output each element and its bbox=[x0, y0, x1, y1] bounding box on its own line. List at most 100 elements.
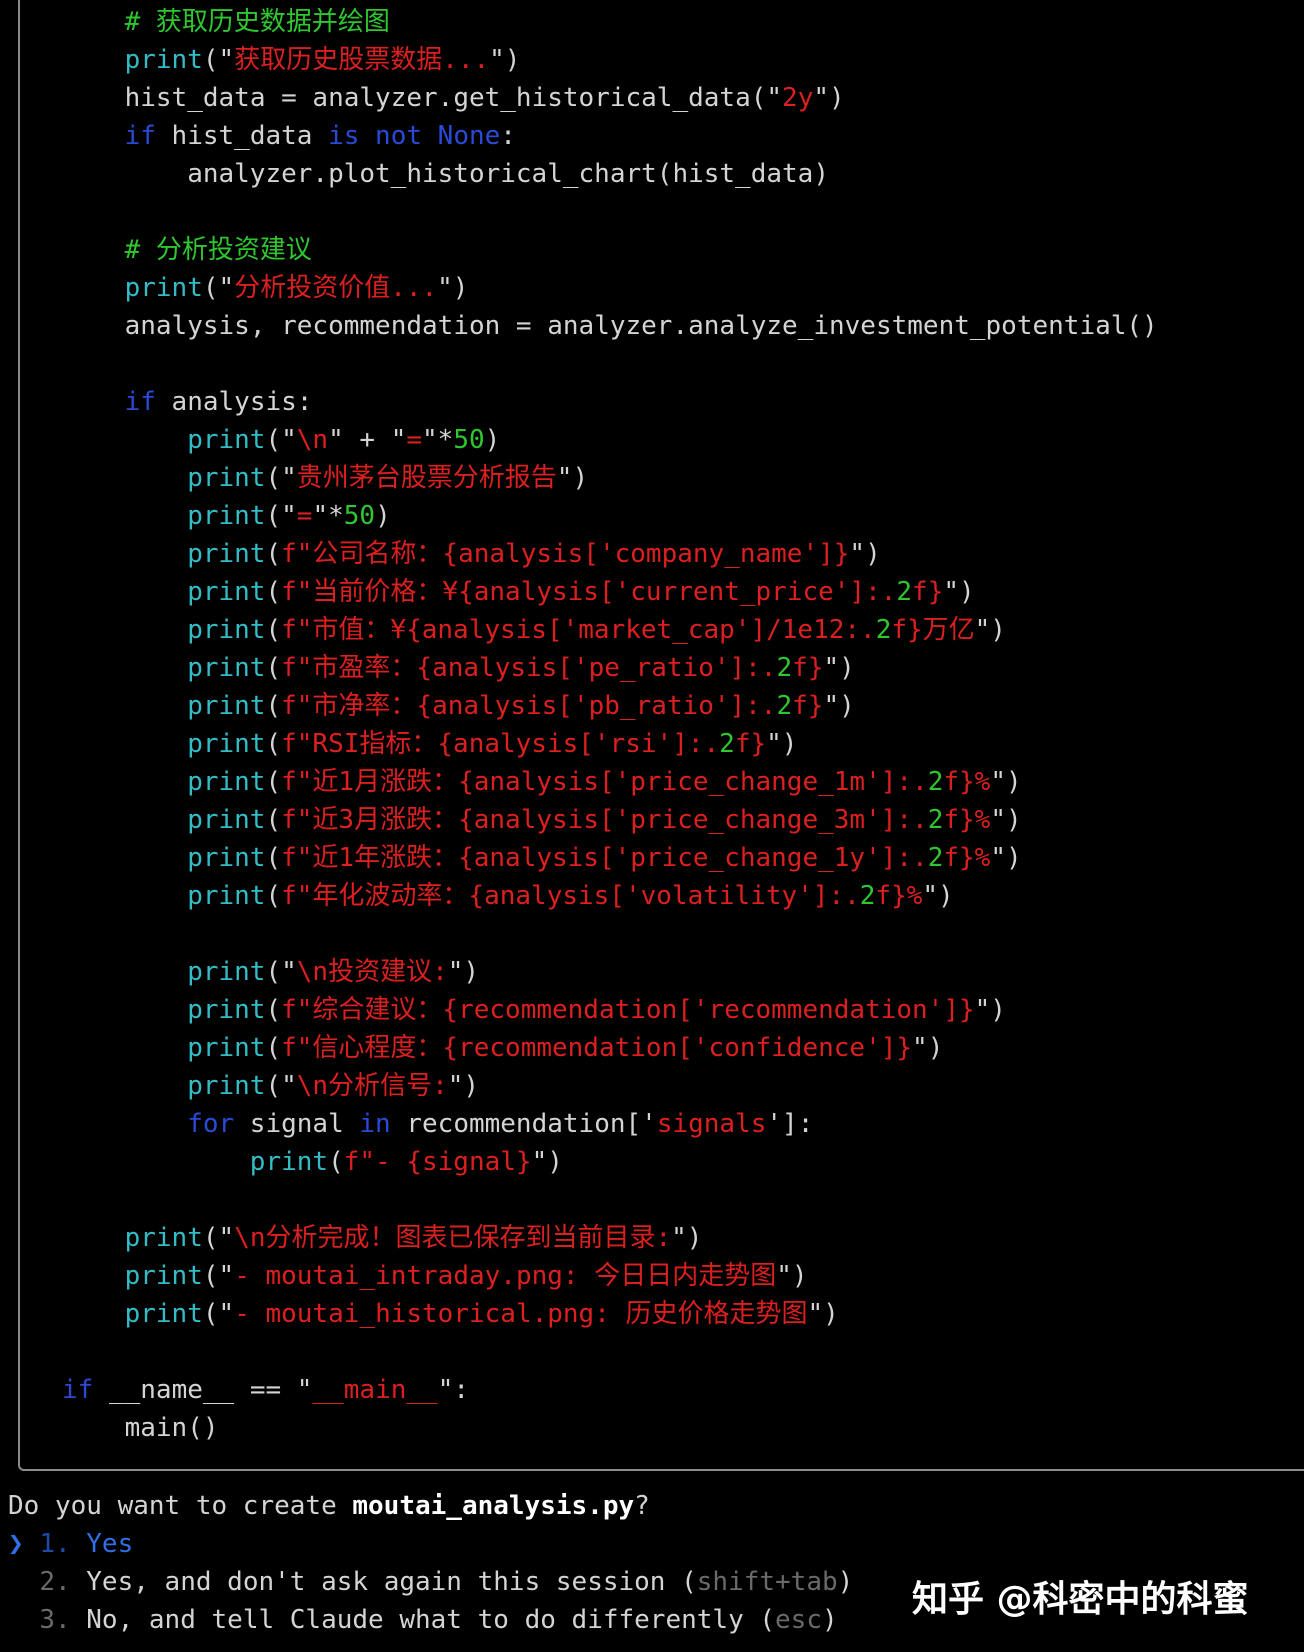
code-line: print("\n" + "="*50) bbox=[62, 421, 1158, 459]
code-token: "* bbox=[312, 501, 344, 531]
code-token: (" bbox=[202, 45, 235, 75]
option-yes-dont-ask[interactable]: 2. Yes, and don't ask again this session… bbox=[8, 1563, 853, 1601]
code-line: print(f"近1月涨跌：{analysis['price_change_1m… bbox=[62, 763, 1158, 801]
code-token: f}% bbox=[943, 843, 991, 873]
code-token: ") bbox=[990, 767, 1022, 797]
code-token: = bbox=[406, 425, 423, 455]
code-token: 50 bbox=[453, 425, 485, 455]
code-token: print bbox=[187, 425, 266, 455]
code-token: 50 bbox=[343, 501, 376, 531]
code-token: " + " bbox=[328, 425, 407, 455]
code-line: print(f"市盈率：{analysis['pe_ratio']:.2f}") bbox=[62, 649, 1158, 687]
code-token: if bbox=[62, 1375, 94, 1405]
code-token: ( bbox=[265, 881, 282, 911]
permission-prompt: Do you want to create moutai_analysis.py… bbox=[8, 1487, 853, 1639]
code-token: 2 bbox=[927, 767, 944, 797]
code-token: f"市盈率：{analysis['pe_ratio']:. bbox=[281, 653, 777, 683]
code-token: ") bbox=[990, 843, 1022, 873]
code-line: print("\n投资建议:") bbox=[62, 953, 1158, 991]
code-token: 2 bbox=[776, 691, 793, 721]
code-token: : bbox=[500, 121, 516, 151]
code-token: ") bbox=[912, 1033, 944, 1063]
code-token: # 获取历史数据并绘图 bbox=[124, 7, 390, 37]
question-mark: ? bbox=[634, 1491, 650, 1521]
code-token: signal bbox=[234, 1109, 360, 1139]
code-line: print(f"当前价格：¥{analysis['current_price']… bbox=[62, 573, 1158, 611]
code-token: analysis, recommendation = analyzer.anal… bbox=[124, 311, 1158, 341]
code-token: print bbox=[124, 45, 203, 75]
code-token: print bbox=[187, 729, 266, 759]
filename: moutai_analysis.py bbox=[352, 1491, 635, 1521]
code-token: analyzer.plot_historical_chart(hist_data… bbox=[187, 159, 829, 189]
code-token: ']: bbox=[766, 1109, 814, 1139]
option-number: 3. bbox=[39, 1605, 71, 1635]
code-line: # 获取历史数据并绘图 bbox=[62, 3, 1158, 41]
code-token: ( bbox=[265, 767, 282, 797]
code-token: print bbox=[187, 615, 266, 645]
code-token: ") bbox=[807, 1299, 839, 1329]
code-token: f} bbox=[792, 653, 824, 683]
code-line: print(f"近3月涨跌：{analysis['price_change_3m… bbox=[62, 801, 1158, 839]
code-line: print(f"近1年涨跌：{analysis['price_change_1y… bbox=[62, 839, 1158, 877]
option-no[interactable]: 3. No, and tell Claude what to do differ… bbox=[8, 1601, 853, 1639]
code-token: f"综合建议：{recommendation['recommendation']… bbox=[281, 995, 975, 1025]
file-preview-box: # 获取历史数据并绘图 print("获取历史股票数据...") hist_data… bbox=[18, 0, 1304, 1471]
code-token: # 分析投资建议 bbox=[124, 235, 312, 265]
code-token: print bbox=[187, 501, 266, 531]
code-token: ) bbox=[375, 501, 391, 531]
code-line: main() bbox=[62, 1409, 1158, 1447]
code-line: print("="*50) bbox=[62, 497, 1158, 535]
code-token: ( bbox=[265, 805, 282, 835]
code-token: ( bbox=[265, 843, 282, 873]
code-token: (" bbox=[265, 501, 297, 531]
code-token: (" bbox=[265, 1071, 297, 1101]
code-line: analyzer.plot_historical_chart(hist_data… bbox=[62, 155, 1158, 193]
code-line: print("获取历史股票数据...") bbox=[62, 41, 1158, 79]
prompt-question: Do you want to create moutai_analysis.py… bbox=[8, 1487, 853, 1525]
code-line: # 分析投资建议 bbox=[62, 231, 1158, 269]
code-token: print bbox=[249, 1147, 329, 1177]
code-token: ") bbox=[922, 881, 954, 911]
code-token: f"近1月涨跌：{analysis['price_change_1m']:. bbox=[281, 767, 928, 797]
code-token: print bbox=[124, 1261, 203, 1291]
code-token: f"近3月涨跌：{analysis['price_change_3m']:. bbox=[281, 805, 928, 835]
code-line: if analysis: bbox=[62, 383, 1158, 421]
code-line: print("\n分析完成！图表已保存到当前目录:") bbox=[62, 1219, 1158, 1257]
code-token: ) bbox=[484, 425, 501, 455]
code-line: print("分析投资价值...") bbox=[62, 269, 1158, 307]
code-token: ( bbox=[328, 1147, 344, 1177]
code-token: 2 bbox=[776, 653, 793, 683]
cursor-chevron-icon: ❯ bbox=[8, 1529, 24, 1559]
code-token: "* bbox=[422, 425, 454, 455]
code-line: print(f"市值：¥{analysis['market_cap']/1e12… bbox=[62, 611, 1158, 649]
code-token: 获取历史股票数据... bbox=[234, 45, 490, 75]
option-yes[interactable]: ❯ 1. Yes bbox=[8, 1525, 853, 1563]
shortcut-hint: esc bbox=[775, 1605, 822, 1635]
code-line: print(f"年化波动率：{analysis['volatility']:.2… bbox=[62, 877, 1158, 915]
option-label: Yes, and don't ask again this session ( bbox=[86, 1567, 697, 1597]
code-line: hist_data = analyzer.get_historical_data… bbox=[62, 79, 1158, 117]
code-token: 2 bbox=[859, 881, 876, 911]
code-token: ( bbox=[265, 577, 282, 607]
code-token: 2 bbox=[927, 843, 944, 873]
code-token: (" bbox=[202, 1261, 235, 1291]
code-token: (" bbox=[202, 1299, 235, 1329]
code-line: if __name__ == "__main__": bbox=[62, 1371, 1158, 1409]
code-token: f}% bbox=[875, 881, 923, 911]
code-line: print("- moutai_intraday.png: 今日日内走势图") bbox=[62, 1257, 1158, 1295]
code-token: print bbox=[124, 1299, 203, 1329]
code-token: is not None bbox=[328, 121, 501, 151]
code-token: f"- {signal} bbox=[343, 1147, 532, 1177]
code-token: main() bbox=[124, 1413, 219, 1443]
code-token: 2y bbox=[782, 83, 814, 113]
code-line: print(f"市净率：{analysis['pb_ratio']:.2f}") bbox=[62, 687, 1158, 725]
code-token: f"年化波动率：{analysis['volatility']:. bbox=[281, 881, 860, 911]
option-number: 1. bbox=[39, 1529, 71, 1559]
code-token: f"公司名称：{analysis['company_name']} bbox=[281, 539, 850, 569]
code-token: f}万亿 bbox=[891, 615, 975, 645]
code-line: print(f"- {signal}") bbox=[62, 1143, 1158, 1181]
code-token: f"市净率：{analysis['pb_ratio']:. bbox=[281, 691, 777, 721]
